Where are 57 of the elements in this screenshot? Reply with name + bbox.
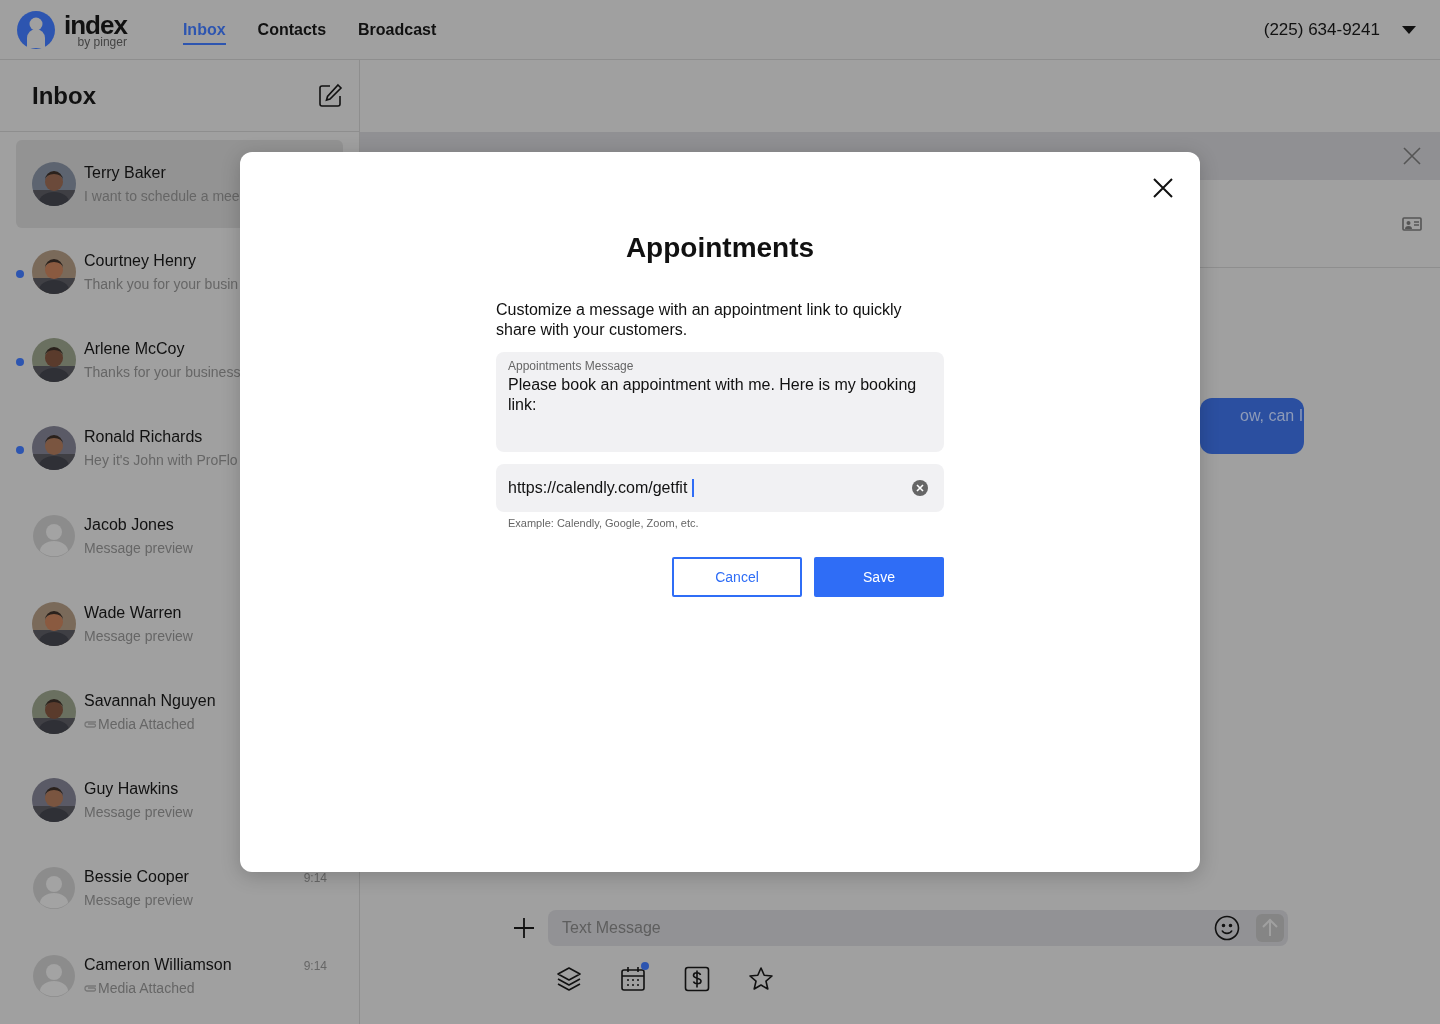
conversation-item[interactable]: Jacob Jones Message preview xyxy=(16,492,343,580)
star-icon[interactable] xyxy=(748,966,774,992)
contact-name: Savannah Nguyen xyxy=(84,692,216,710)
message-preview: Message preview xyxy=(84,540,193,556)
message-preview: Message preview xyxy=(84,892,193,908)
caret-icon[interactable] xyxy=(1402,25,1416,34)
message-preview: Message preview xyxy=(84,628,193,644)
message-time: 9:14 xyxy=(303,959,327,973)
avatar-icon xyxy=(32,954,76,998)
conversation-item[interactable]: Savannah Nguyen Media Attached xyxy=(16,668,343,756)
avatar-icon xyxy=(32,866,76,910)
conversation-item[interactable]: Arlene McCoy Thanks for your business xyxy=(16,316,343,404)
message-bubble: ow, can I xyxy=(1200,398,1304,454)
compose-icon[interactable] xyxy=(317,82,343,109)
conversation-item[interactable]: Cameron Williamson 9:14 Media Attached xyxy=(16,932,343,1020)
layers-icon[interactable] xyxy=(556,966,582,992)
logo-name: index xyxy=(64,11,127,38)
inbox-title: Inbox xyxy=(32,81,96,110)
avatar-icon xyxy=(32,514,76,558)
message-preview: Message preview xyxy=(84,804,193,820)
nav-tab[interactable]: Broadcast xyxy=(358,14,437,45)
contact-card-icon[interactable] xyxy=(1402,216,1422,231)
dollar-icon[interactable] xyxy=(684,966,710,992)
conversation-item[interactable]: Guy Hawkins Message preview xyxy=(16,756,343,844)
save-button[interactable]: Save xyxy=(814,557,944,597)
message-preview: Thank you for your busin xyxy=(84,276,239,292)
dialog-title: Appointments xyxy=(624,232,816,264)
conversation-item[interactable]: Courtney Henry Thank you for your busin xyxy=(16,228,343,316)
message-preview: Media Attached xyxy=(98,716,195,732)
contact-name: Cameron Williamson xyxy=(84,956,232,974)
message-preview: Hey it's John with ProFlo xyxy=(84,452,238,468)
calendar-icon[interactable] xyxy=(620,966,646,992)
message-text-area[interactable]: Appointments Message Please book an appointment with me. Here is my booking link: xyxy=(496,352,944,452)
plus-icon[interactable] xyxy=(514,918,534,938)
link-input[interactable]: https://calendly.com/getfit xyxy=(496,464,944,512)
nav-tab[interactable]: Contacts xyxy=(257,14,327,45)
contact-name: Bessie Cooper xyxy=(84,868,189,886)
contact-name: Guy Hawkins xyxy=(84,780,179,798)
dialog-description: Customize a message with an appointment link to quickly share with your customers. xyxy=(496,300,903,340)
contact-name: Jacob Jones xyxy=(84,516,174,534)
cancel-button[interactable]: Cancel xyxy=(672,557,802,597)
phone-number: (225) 634-9241 xyxy=(1263,19,1380,40)
message-preview: Thanks for your business xyxy=(84,364,241,380)
contact-name: Ronald Richards xyxy=(84,428,203,446)
contact-name: Wade Warren xyxy=(84,604,182,622)
clear-icon[interactable] xyxy=(912,480,928,496)
message-preview: Media Attached xyxy=(98,980,195,996)
contact-name: Terry Baker xyxy=(84,164,166,182)
contact-name: Courtney Henry xyxy=(84,252,197,270)
emoji-icon[interactable] xyxy=(1214,915,1240,941)
link-hint: Example: Calendly, Google, Zoom, etc. xyxy=(508,517,700,529)
logo-tagline: by pinger xyxy=(77,35,127,48)
close-icon[interactable] xyxy=(1153,178,1173,198)
conversation-item[interactable]: Wade Warren Message preview xyxy=(16,580,343,668)
conversation-item[interactable]: Ronald Richards Hey it's John with ProFlo xyxy=(16,404,343,492)
contact-name: Arlene McCoy xyxy=(84,340,185,358)
logo-icon xyxy=(16,9,56,50)
